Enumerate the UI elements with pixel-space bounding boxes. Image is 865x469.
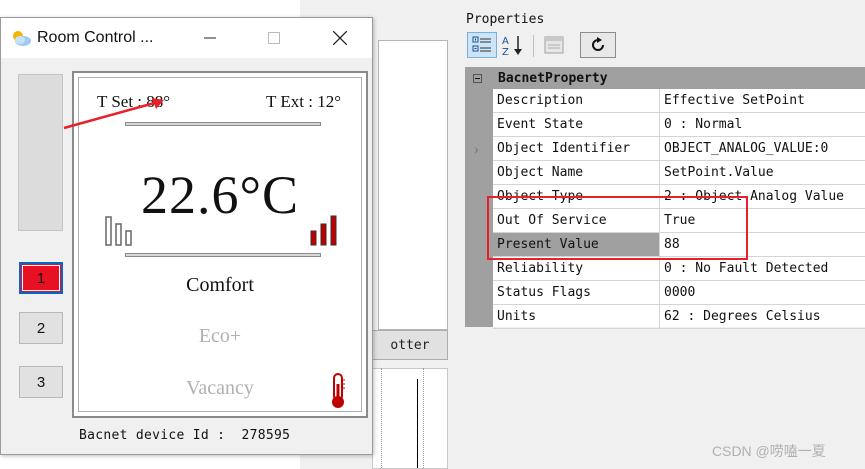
toolbar-separator <box>533 35 534 57</box>
svg-text:Z: Z <box>502 47 509 56</box>
property-value[interactable]: Effective SetPoint <box>661 89 865 112</box>
property-row[interactable]: Units 62 : Degrees Celsius <box>493 305 865 329</box>
close-icon <box>333 31 347 45</box>
maximize-button[interactable] <box>251 18 297 58</box>
fan-high-icon <box>310 215 337 246</box>
property-row[interactable]: Reliability 0 : No Fault Detected <box>493 257 865 281</box>
property-row[interactable]: Description Effective SetPoint <box>493 89 865 113</box>
alphabetical-button[interactable]: A Z <box>499 32 527 58</box>
mode-comfort[interactable]: Comfort <box>79 274 361 297</box>
window-title: Room Control ... <box>37 29 154 46</box>
plot-area <box>372 368 448 469</box>
external-temp-label: T Ext : 12° <box>266 92 341 111</box>
left-side-panel <box>18 74 63 231</box>
minimize-icon <box>204 37 216 39</box>
alphabetical-icon: A Z <box>502 36 522 56</box>
room-2-button[interactable]: 2 <box>19 312 63 344</box>
title-bar[interactable]: Room Control ... <box>1 18 372 58</box>
room-3-button[interactable]: 3 <box>19 366 63 398</box>
highlight-box <box>487 196 748 260</box>
room-control-window: Room Control ... 1 2 3 T Set : 88° T Ext… <box>0 17 373 455</box>
property-name: Units <box>493 305 660 328</box>
property-pages-icon <box>544 36 564 54</box>
categorized-icon <box>472 36 491 52</box>
device-id: Bacnet device Id : 278595 <box>79 428 290 443</box>
mode-eco-plus[interactable]: Eco+ <box>79 325 361 348</box>
property-row[interactable]: Object Name SetPoint.Value <box>493 161 865 185</box>
property-row[interactable]: Status Flags 0000 <box>493 281 865 305</box>
property-value[interactable]: 0 : No Fault Detected <box>661 257 865 280</box>
properties-title: Properties <box>466 12 545 27</box>
maximize-icon <box>268 32 280 44</box>
refresh-icon <box>592 37 604 51</box>
category-label: BacnetProperty <box>498 70 608 86</box>
property-value[interactable]: SetPoint.Value <box>661 161 865 184</box>
property-name: Reliability <box>493 257 660 280</box>
property-value[interactable]: 0000 <box>661 281 865 304</box>
property-row[interactable]: Event State 0 : Normal <box>493 113 865 137</box>
property-name: Description <box>493 89 660 112</box>
category-row[interactable]: BacnetProperty <box>465 67 865 89</box>
close-button[interactable] <box>317 18 363 58</box>
svg-text:A: A <box>502 36 509 47</box>
annotation-arrow <box>63 98 164 130</box>
property-name: Status Flags <box>493 281 660 304</box>
plotter-button[interactable]: otter <box>372 330 448 360</box>
property-row[interactable]: Object Identifier OBJECT_ANALOG_VALUE:0 <box>493 137 865 161</box>
device-id-value: 278595 <box>241 428 291 443</box>
property-name: Object Name <box>493 161 660 184</box>
property-name: Event State <box>493 113 660 136</box>
property-name: Object Identifier <box>493 137 660 160</box>
mode-vacancy[interactable]: Vacancy <box>79 377 361 400</box>
device-id-label: Bacnet device Id : <box>79 428 226 443</box>
chevron-right-icon: › <box>474 141 479 157</box>
collapse-icon[interactable] <box>473 74 482 83</box>
weather-icon <box>13 31 31 46</box>
property-value[interactable]: 0 : Normal <box>661 113 865 136</box>
property-value[interactable]: 62 : Degrees Celsius <box>661 305 865 328</box>
fan-low-icon <box>105 216 132 246</box>
watermark: CSDN @唠嗑一夏 <box>712 443 826 459</box>
room-1-button[interactable]: 1 <box>19 262 63 294</box>
categorized-button[interactable] <box>467 32 497 58</box>
property-pages-button[interactable] <box>541 32 567 58</box>
bottom-divider-bar <box>125 253 321 257</box>
thermometer-icon <box>332 373 345 408</box>
background-panel <box>378 40 448 330</box>
refresh-button[interactable] <box>580 32 616 58</box>
minimize-button[interactable] <box>187 18 233 58</box>
property-value[interactable]: OBJECT_ANALOG_VALUE:0 <box>661 137 865 160</box>
